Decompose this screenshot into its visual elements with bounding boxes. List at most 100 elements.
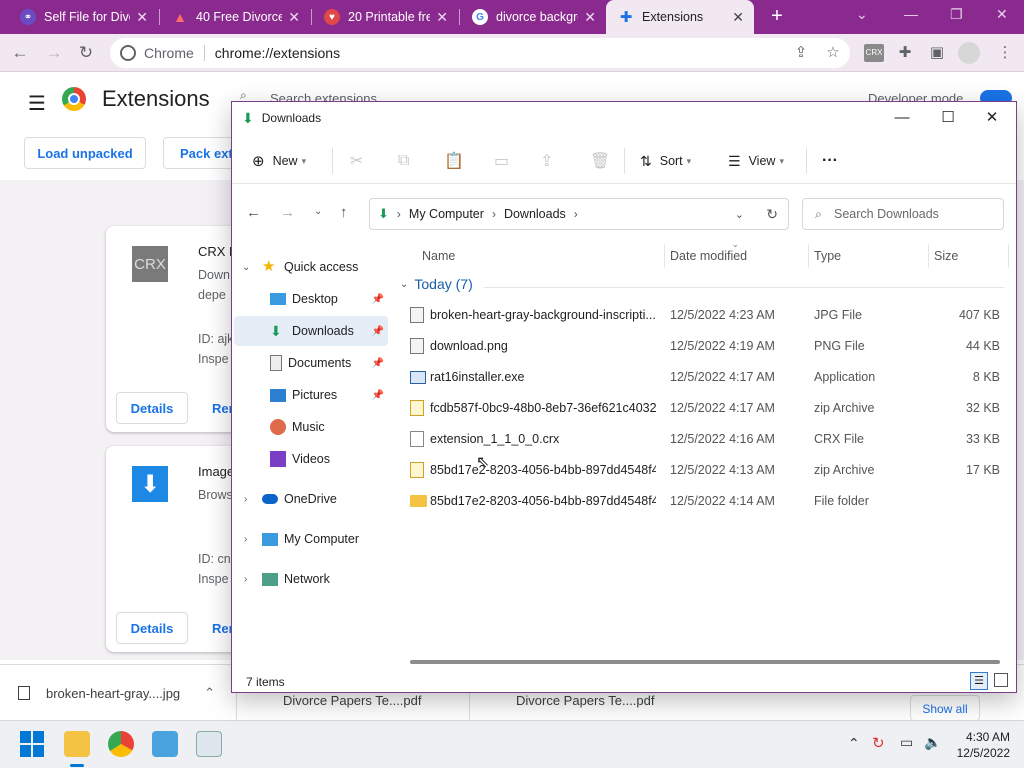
side-panel-icon[interactable]: ▣ <box>928 44 946 62</box>
profile-avatar-icon[interactable] <box>958 42 980 64</box>
refresh-icon[interactable]: ↻ <box>766 206 778 223</box>
system-clock[interactable]: 4:30 AM 12/5/2022 <box>957 729 1010 761</box>
restore-icon[interactable]: ❐ <box>950 6 963 23</box>
new-button[interactable]: ⊕ New ▾ <box>252 148 306 174</box>
minimize-icon[interactable]: — <box>882 106 922 130</box>
details-view-icon[interactable]: ☰ <box>970 672 988 690</box>
tab-close-icon[interactable]: ✕ <box>584 9 596 26</box>
chevron-right-icon[interactable]: › <box>244 494 247 505</box>
chevron-up-icon[interactable]: ⌃ <box>848 735 860 752</box>
tab-search-icon[interactable]: ⌄ <box>856 6 868 23</box>
chevron-down-icon[interactable]: ⌄ <box>242 262 250 273</box>
tab-extensions[interactable]: ✚ Extensions ✕ <box>606 0 754 34</box>
breadcrumb[interactable]: ⬇ › My Computer › Downloads › ⌄ ↻ <box>369 198 789 230</box>
tab-self-file-divorce[interactable]: ⚭ Self File for Divorce ✕ <box>8 0 158 34</box>
nav-network[interactable]: › Network <box>234 564 388 594</box>
file-row[interactable]: rat16installer.exe 12/5/2022 4:17 AM App… <box>392 362 1016 393</box>
tab-close-icon[interactable]: ✕ <box>732 9 744 26</box>
hamburger-menu-icon[interactable]: ☰ <box>28 91 46 116</box>
delete-icon[interactable]: 🗑 <box>590 148 610 174</box>
chevron-up-icon[interactable]: ⌃ <box>204 685 215 701</box>
tiles-view-icon[interactable] <box>994 673 1008 687</box>
tab-divorce-background[interactable]: G divorce background ✕ <box>460 0 606 34</box>
download-item[interactable]: broken-heart-gray....jpg ⌃ <box>18 685 215 701</box>
nav-desktop[interactable]: Desktop 📌 <box>234 284 388 314</box>
reload-icon[interactable]: ↻ <box>74 41 98 65</box>
search-downloads-input[interactable]: ⌕ Search Downloads <box>802 198 1004 230</box>
nav-documents[interactable]: Documents 📌 <box>234 348 388 378</box>
download-item[interactable]: Divorce Papers Te....pdf <box>469 693 701 721</box>
tab-40-free-divorce[interactable]: ▲ 40 Free Divorce Papers ✕ <box>160 0 310 34</box>
recent-locations-icon[interactable]: ⌄ <box>314 206 322 217</box>
tab-close-icon[interactable]: ✕ <box>136 9 148 26</box>
download-item[interactable]: Divorce Papers Te....pdf <box>236 693 468 721</box>
tab-close-icon[interactable]: ✕ <box>436 9 448 26</box>
column-header-type[interactable]: Type <box>814 244 841 268</box>
extensions-puzzle-icon[interactable]: ✚ <box>896 44 914 62</box>
share-icon[interactable]: ⇪ <box>792 44 810 62</box>
new-tab-button[interactable]: + <box>766 6 788 28</box>
breadcrumb-downloads[interactable]: Downloads <box>504 207 566 221</box>
forward-arrow-icon[interactable]: → <box>42 41 66 65</box>
bookmark-star-icon[interactable]: ☆ <box>824 44 842 62</box>
close-window-icon[interactable]: ✕ <box>996 6 1008 23</box>
horizontal-scrollbar[interactable] <box>410 660 1000 664</box>
maximize-icon[interactable]: ☐ <box>928 106 968 130</box>
computer-icon <box>262 532 278 546</box>
nav-videos[interactable]: Videos <box>234 444 388 474</box>
windows-start-icon[interactable] <box>20 731 46 757</box>
nav-onedrive[interactable]: › OneDrive <box>234 484 388 514</box>
address-dropdown-icon[interactable]: ⌄ <box>735 208 744 221</box>
nav-label: Network <box>284 572 330 586</box>
file-row[interactable]: broken-heart-gray-background-inscripti..… <box>392 300 1016 331</box>
forward-arrow-icon[interactable]: → <box>280 204 295 221</box>
details-button[interactable]: Details <box>116 612 188 644</box>
chrome-taskbar-icon[interactable] <box>108 731 134 757</box>
view-button[interactable]: ☰ View ▾ <box>728 148 784 174</box>
file-explorer-icon[interactable] <box>64 731 90 757</box>
cut-icon[interactable]: ✂ <box>350 148 363 174</box>
notepad-app-icon[interactable] <box>196 731 222 757</box>
crx-extension-icon[interactable]: CRX <box>864 44 884 62</box>
inspect-views[interactable]: Inspe <box>198 352 229 366</box>
nav-my-computer[interactable]: › My Computer <box>234 524 388 554</box>
file-row[interactable]: fcdb587f-0bc9-48b0-8eb7-36ef621c4032....… <box>392 393 1016 424</box>
group-header-today[interactable]: ⌄ Today (7) <box>400 276 473 292</box>
back-arrow-icon[interactable]: ← <box>246 204 261 221</box>
nav-music[interactable]: Music <box>234 412 388 442</box>
breadcrumb-my-computer[interactable]: My Computer <box>409 207 484 221</box>
column-header-name[interactable]: Name <box>422 244 455 268</box>
nav-pictures[interactable]: Pictures 📌 <box>234 380 388 410</box>
file-row[interactable]: download.png 12/5/2022 4:19 AM PNG File … <box>392 331 1016 362</box>
address-bar[interactable]: Chrome chrome://extensions <box>110 38 850 68</box>
copy-icon[interactable]: ⧉ <box>398 148 409 174</box>
minimize-icon[interactable]: — <box>904 6 918 22</box>
file-row[interactable]: extension_1_1_0_0.crx 12/5/2022 4:16 AM … <box>392 424 1016 455</box>
sort-button[interactable]: ⇅ Sort ▾ <box>640 148 691 174</box>
chevron-right-icon[interactable]: › <box>244 574 247 585</box>
show-all-button[interactable]: Show all <box>910 695 980 721</box>
share-icon[interactable]: ⇪ <box>540 148 553 174</box>
volume-icon[interactable]: 🔈 <box>924 734 941 751</box>
tab-20-printable[interactable]: ♥ 20 Printable free ✕ <box>312 0 458 34</box>
close-icon[interactable]: ✕ <box>972 106 1012 130</box>
load-unpacked-button[interactable]: Load unpacked <box>24 137 146 169</box>
rename-icon[interactable]: ▭ <box>494 148 509 174</box>
up-arrow-icon[interactable]: ↑ <box>340 204 348 221</box>
nav-downloads[interactable]: ⬇ Downloads 📌 <box>234 316 388 346</box>
chevron-right-icon[interactable]: › <box>244 534 247 545</box>
more-options-button[interactable]: ··· <box>822 148 838 174</box>
tab-close-icon[interactable]: ✕ <box>288 9 300 26</box>
nav-label: Desktop <box>292 292 338 306</box>
paint-app-icon[interactable] <box>152 731 178 757</box>
details-button[interactable]: Details <box>116 392 188 424</box>
paste-icon[interactable]: 📋 <box>444 148 464 174</box>
sync-alert-icon[interactable]: ↻ <box>872 734 885 752</box>
inspect-views[interactable]: Inspe <box>198 572 229 586</box>
display-icon[interactable]: ▭ <box>900 734 913 751</box>
menu-dots-icon[interactable]: ⋮ <box>996 44 1014 62</box>
column-header-size[interactable]: Size <box>934 244 958 268</box>
file-row[interactable]: 85bd17e2-8203-4056-b4bb-897dd4548f48 12/… <box>392 486 1016 517</box>
back-arrow-icon[interactable]: ← <box>8 41 32 65</box>
nav-quick-access[interactable]: ⌄ ★ Quick access <box>234 252 388 282</box>
